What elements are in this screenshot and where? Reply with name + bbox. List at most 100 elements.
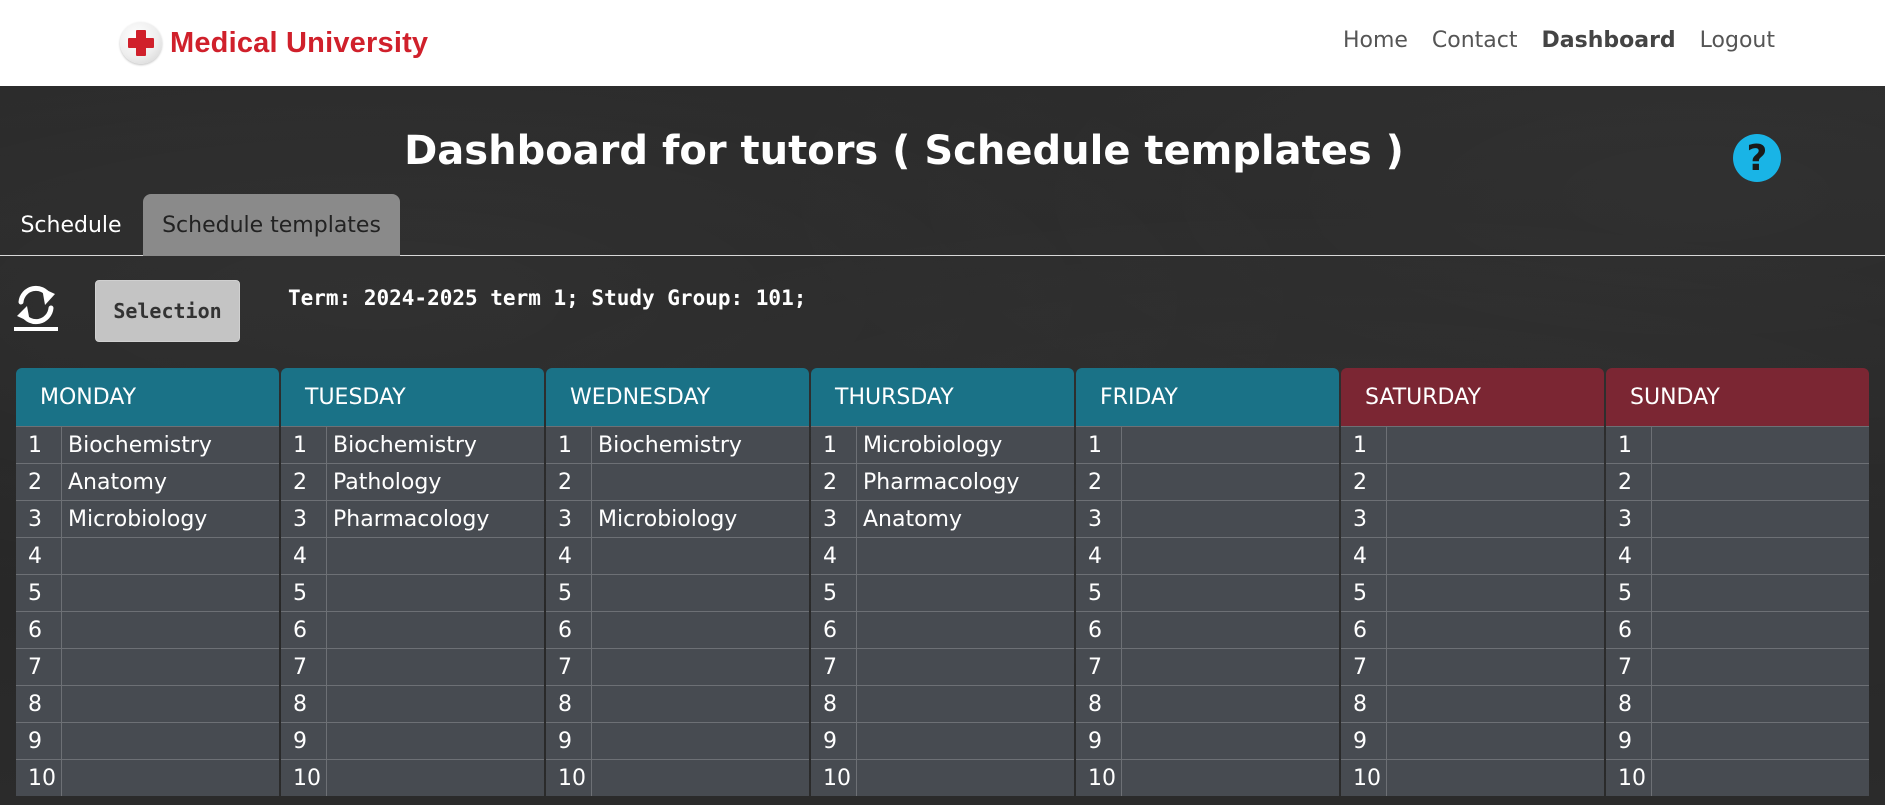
tab-schedule[interactable]: Schedule xyxy=(0,194,142,256)
lesson-subject-cell[interactable] xyxy=(327,612,544,648)
lesson-subject-cell[interactable]: Microbiology xyxy=(62,501,279,537)
selection-button[interactable]: Selection xyxy=(95,280,240,342)
lesson-subject-cell[interactable] xyxy=(327,538,544,574)
lesson-subject-cell[interactable]: Pharmacology xyxy=(327,501,544,537)
lesson-row: 9 xyxy=(546,722,809,759)
lesson-subject-cell[interactable] xyxy=(1122,427,1339,463)
lesson-subject-cell[interactable]: Microbiology xyxy=(857,427,1074,463)
lesson-subject-cell[interactable] xyxy=(592,538,809,574)
lesson-subject-cell[interactable] xyxy=(592,760,809,796)
lesson-subject-cell[interactable]: Biochemistry xyxy=(592,427,809,463)
lesson-subject-cell[interactable] xyxy=(327,760,544,796)
lesson-row: 10 xyxy=(1606,759,1869,796)
lesson-number: 7 xyxy=(1606,649,1652,685)
lesson-subject-cell[interactable] xyxy=(62,686,279,722)
lesson-subject-cell[interactable] xyxy=(592,464,809,500)
lesson-subject-cell[interactable] xyxy=(1652,464,1869,500)
lesson-row: 5 xyxy=(1341,574,1604,611)
lesson-subject-cell[interactable] xyxy=(1387,538,1604,574)
lesson-subject-cell[interactable] xyxy=(857,575,1074,611)
lesson-subject-cell[interactable] xyxy=(62,612,279,648)
lesson-subject-cell[interactable] xyxy=(857,649,1074,685)
nav-link-logout[interactable]: Logout xyxy=(1700,28,1775,53)
lesson-subject-cell[interactable] xyxy=(1122,686,1339,722)
lesson-subject-cell[interactable] xyxy=(1387,686,1604,722)
lesson-row: 8 xyxy=(811,685,1074,722)
lesson-subject-cell[interactable] xyxy=(1387,760,1604,796)
lesson-subject-cell[interactable] xyxy=(62,723,279,759)
nav-link-home[interactable]: Home xyxy=(1343,28,1408,53)
lesson-subject-cell[interactable] xyxy=(327,686,544,722)
lesson-subject-cell[interactable] xyxy=(1122,760,1339,796)
lesson-subject-cell[interactable] xyxy=(327,575,544,611)
lesson-subject-cell[interactable] xyxy=(1122,575,1339,611)
lesson-subject-cell[interactable] xyxy=(1122,501,1339,537)
lesson-subject-cell[interactable] xyxy=(1387,649,1604,685)
lesson-subject-cell[interactable] xyxy=(1652,723,1869,759)
lesson-row: 3 Microbiology xyxy=(16,500,279,537)
lesson-row: 2 xyxy=(1606,463,1869,500)
lesson-subject-cell[interactable]: Pathology xyxy=(327,464,544,500)
lesson-subject-cell[interactable] xyxy=(592,723,809,759)
lesson-subject-cell[interactable] xyxy=(1387,575,1604,611)
lesson-subject-cell[interactable] xyxy=(857,723,1074,759)
nav-link-dashboard[interactable]: Dashboard xyxy=(1542,28,1676,53)
lesson-number: 9 xyxy=(281,723,327,759)
lesson-subject-cell[interactable] xyxy=(592,686,809,722)
lesson-subject-cell[interactable] xyxy=(1122,612,1339,648)
lesson-row: 9 xyxy=(1341,722,1604,759)
lesson-subject-cell[interactable] xyxy=(62,649,279,685)
lesson-subject-cell[interactable] xyxy=(1387,427,1604,463)
lesson-subject-cell[interactable]: Microbiology xyxy=(592,501,809,537)
lesson-row: 7 xyxy=(811,648,1074,685)
brand-link[interactable]: Medical University xyxy=(120,22,428,64)
lesson-row: 6 xyxy=(546,611,809,648)
lesson-subject-cell[interactable] xyxy=(1652,612,1869,648)
lesson-subject-cell[interactable] xyxy=(1652,501,1869,537)
lesson-row: 9 xyxy=(1076,722,1339,759)
lesson-subject-cell[interactable] xyxy=(62,760,279,796)
lesson-subject-cell[interactable] xyxy=(62,575,279,611)
question-icon[interactable]: ? xyxy=(1733,134,1781,182)
lesson-subject-cell[interactable] xyxy=(1387,464,1604,500)
lesson-number: 5 xyxy=(1341,575,1387,611)
day-column-sunday: SUNDAY 1 2 3 4 5 6 7 8 9 10 xyxy=(1606,368,1869,796)
lesson-subject-cell[interactable] xyxy=(1652,575,1869,611)
lesson-subject-cell[interactable] xyxy=(1122,649,1339,685)
tab-schedule-templates[interactable]: Schedule templates xyxy=(143,194,400,256)
lesson-number: 10 xyxy=(281,760,327,796)
day-header: THURSDAY xyxy=(811,368,1074,426)
lesson-subject-cell[interactable]: Pharmacology xyxy=(857,464,1074,500)
lesson-subject-cell[interactable] xyxy=(1652,427,1869,463)
lesson-subject-cell[interactable] xyxy=(1122,464,1339,500)
lesson-subject-cell[interactable] xyxy=(327,649,544,685)
lesson-subject-cell[interactable]: Biochemistry xyxy=(327,427,544,463)
lesson-subject-cell[interactable] xyxy=(592,649,809,685)
nav-link-contact[interactable]: Contact xyxy=(1432,28,1518,53)
lesson-subject-cell[interactable] xyxy=(1652,538,1869,574)
lesson-subject-cell[interactable]: Biochemistry xyxy=(62,427,279,463)
lesson-subject-cell[interactable] xyxy=(1122,538,1339,574)
lesson-subject-cell[interactable] xyxy=(1387,612,1604,648)
lesson-subject-cell[interactable]: Anatomy xyxy=(62,464,279,500)
lesson-row: 7 xyxy=(546,648,809,685)
lesson-subject-cell[interactable] xyxy=(592,612,809,648)
lesson-number: 3 xyxy=(811,501,857,537)
refresh-icon[interactable] xyxy=(12,280,60,332)
lesson-subject-cell[interactable] xyxy=(857,612,1074,648)
lesson-subject-cell[interactable] xyxy=(1652,760,1869,796)
lesson-row: 5 xyxy=(1606,574,1869,611)
lesson-subject-cell[interactable] xyxy=(592,575,809,611)
lesson-subject-cell[interactable] xyxy=(62,538,279,574)
lesson-subject-cell[interactable] xyxy=(857,686,1074,722)
lesson-subject-cell[interactable] xyxy=(1652,649,1869,685)
lesson-subject-cell[interactable]: Anatomy xyxy=(857,501,1074,537)
lesson-subject-cell[interactable] xyxy=(857,538,1074,574)
lesson-subject-cell[interactable] xyxy=(1387,501,1604,537)
lesson-row: 4 xyxy=(1076,537,1339,574)
lesson-subject-cell[interactable] xyxy=(857,760,1074,796)
lesson-subject-cell[interactable] xyxy=(1652,686,1869,722)
lesson-subject-cell[interactable] xyxy=(1122,723,1339,759)
lesson-subject-cell[interactable] xyxy=(327,723,544,759)
lesson-subject-cell[interactable] xyxy=(1387,723,1604,759)
